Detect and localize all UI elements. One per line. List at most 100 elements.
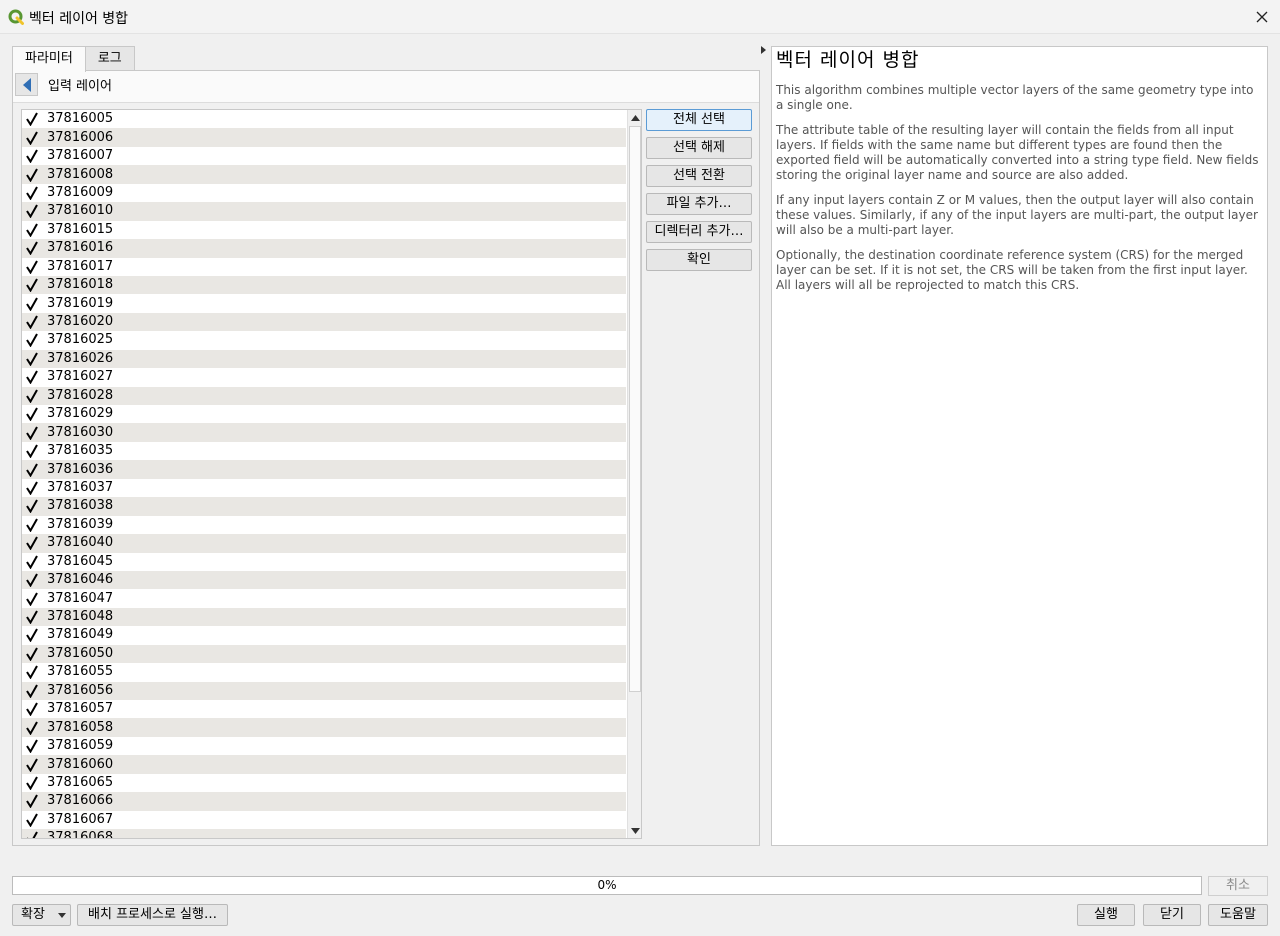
cancel-button[interactable]: 취소	[1208, 876, 1268, 896]
layer-list-item[interactable]: 37816048	[22, 607, 626, 627]
layer-list-item[interactable]: 37816038	[22, 497, 626, 516]
layer-list-item[interactable]: 37816066	[22, 792, 626, 811]
layer-list-item[interactable]: 37816036	[22, 460, 626, 479]
layer-checkbox[interactable]	[25, 223, 39, 237]
layer-list-item[interactable]: 37816057	[22, 700, 626, 718]
layer-list-item[interactable]: 37816065	[22, 774, 626, 792]
layer-checkbox[interactable]	[25, 112, 39, 127]
layer-list-item[interactable]: 37816040	[22, 534, 626, 553]
layer-checkbox[interactable]	[25, 794, 39, 809]
layer-list-item[interactable]: 37816006	[22, 128, 626, 147]
layer-list-item[interactable]: 37816039	[22, 516, 626, 534]
select-all-button[interactable]: 전체 선택	[646, 109, 752, 131]
layer-list-item[interactable]: 37816020	[22, 312, 626, 332]
layer-list-item[interactable]: 37816016	[22, 239, 626, 258]
layer-checkbox[interactable]	[25, 555, 39, 569]
layer-list-item[interactable]: 37816030	[22, 423, 626, 442]
layer-checkbox[interactable]	[25, 426, 39, 440]
layer-checkbox[interactable]	[25, 536, 39, 551]
layer-checkbox[interactable]	[25, 684, 39, 698]
layer-checkbox[interactable]	[25, 407, 39, 422]
layer-list-item[interactable]: 37816027	[22, 368, 626, 386]
layer-checkbox[interactable]	[25, 518, 39, 532]
layer-checkbox[interactable]	[25, 463, 39, 477]
layer-list-item[interactable]: 37816067	[22, 811, 626, 829]
layer-checkbox[interactable]	[25, 370, 39, 385]
close-window-button[interactable]	[1250, 5, 1274, 29]
layer-checkbox[interactable]	[25, 149, 39, 164]
close-button[interactable]: 닫기	[1143, 904, 1201, 926]
layer-checkbox[interactable]	[25, 610, 39, 625]
layer-checkbox[interactable]	[25, 333, 39, 348]
layer-checkbox[interactable]	[25, 665, 39, 680]
layer-list-item[interactable]: 37816045	[22, 553, 626, 571]
layer-list-item[interactable]: 37816058	[22, 718, 626, 737]
layer-checkbox[interactable]	[25, 278, 39, 293]
layer-checkbox[interactable]	[25, 776, 39, 790]
expand-dropdown-button[interactable]: 확장	[12, 904, 71, 926]
layer-list-item[interactable]: 37816026	[22, 349, 626, 369]
layer-list-item[interactable]: 37816009	[22, 184, 626, 202]
layer-checkbox[interactable]	[25, 702, 39, 717]
layer-list-item[interactable]: 37816035	[22, 442, 626, 460]
layer-checkbox[interactable]	[25, 628, 39, 643]
layer-list-item[interactable]: 37816055	[22, 663, 626, 681]
scroll-up-button[interactable]	[628, 110, 641, 125]
layer-list-item[interactable]: 37816028	[22, 386, 626, 405]
layer-list-item[interactable]: 37816010	[22, 202, 626, 221]
layer-list-item[interactable]: 37816059	[22, 737, 626, 755]
layer-checkbox[interactable]	[25, 168, 39, 182]
layer-checkbox[interactable]	[25, 573, 39, 588]
layer-list-item[interactable]: 37816049	[22, 626, 626, 644]
layer-checkbox[interactable]	[25, 444, 39, 459]
run-as-batch-button[interactable]: 배치 프로세스로 실행…	[77, 904, 228, 926]
layer-checkbox[interactable]	[25, 647, 39, 661]
layer-list-item[interactable]: 37816037	[22, 479, 626, 497]
scroll-down-button[interactable]	[628, 823, 641, 838]
layer-list-item[interactable]: 37816056	[22, 681, 626, 700]
layer-checkbox[interactable]	[25, 352, 39, 366]
scrollbar-thumb[interactable]	[629, 126, 641, 692]
layer-checkbox[interactable]	[25, 831, 39, 838]
layer-checkbox[interactable]	[25, 186, 39, 200]
layer-checkbox[interactable]	[25, 813, 39, 827]
add-file-button[interactable]: 파일 추가…	[646, 193, 752, 215]
layer-list-item[interactable]: 37816050	[22, 644, 626, 664]
layer-list-item[interactable]: 37816018	[22, 275, 626, 295]
layer-list-item[interactable]: 37816005	[22, 110, 626, 128]
run-button[interactable]: 실행	[1077, 904, 1135, 926]
layer-list-item[interactable]: 37816068	[22, 829, 626, 838]
tab-parameters[interactable]: 파라미터	[12, 46, 86, 72]
layer-checkbox[interactable]	[25, 758, 39, 772]
layer-checkbox[interactable]	[25, 260, 39, 274]
add-directory-button[interactable]: 디렉터리 추가…	[646, 221, 752, 243]
layer-list-item[interactable]: 37816025	[22, 331, 626, 349]
layer-checkbox[interactable]	[25, 481, 39, 495]
layer-checkbox[interactable]	[25, 389, 39, 403]
layer-list[interactable]: 37816005 37816006 37816007 37816008 37816009…	[21, 109, 642, 839]
back-button[interactable]	[15, 73, 38, 96]
layer-checkbox[interactable]	[25, 297, 39, 311]
layer-list-item[interactable]: 37816019	[22, 294, 626, 312]
layer-checkbox[interactable]	[25, 592, 39, 606]
layer-checkbox[interactable]	[25, 204, 39, 219]
layer-checkbox[interactable]	[25, 315, 39, 330]
layer-list-scrollbar[interactable]	[627, 110, 641, 838]
layer-list-item[interactable]: 37816008	[22, 165, 626, 184]
layer-list-item[interactable]: 37816029	[22, 405, 626, 423]
layer-checkbox[interactable]	[25, 241, 39, 256]
layer-checkbox[interactable]	[25, 721, 39, 735]
layer-list-item[interactable]: 37816060	[22, 755, 626, 774]
deselect-all-button[interactable]: 선택 해제	[646, 137, 752, 159]
layer-checkbox[interactable]	[25, 131, 39, 145]
layer-list-item[interactable]: 37816046	[22, 570, 626, 590]
toggle-selection-button[interactable]: 선택 전환	[646, 165, 752, 187]
layer-list-item[interactable]: 37816047	[22, 589, 626, 607]
layer-checkbox[interactable]	[25, 499, 39, 514]
help-button[interactable]: 도움말	[1208, 904, 1268, 926]
splitter-collapse-icon[interactable]	[761, 46, 767, 54]
tab-log[interactable]: 로그	[84, 46, 135, 71]
layer-checkbox[interactable]	[25, 739, 39, 754]
layer-list-item[interactable]: 37816017	[22, 258, 626, 276]
layer-list-item[interactable]: 37816015	[22, 221, 626, 239]
